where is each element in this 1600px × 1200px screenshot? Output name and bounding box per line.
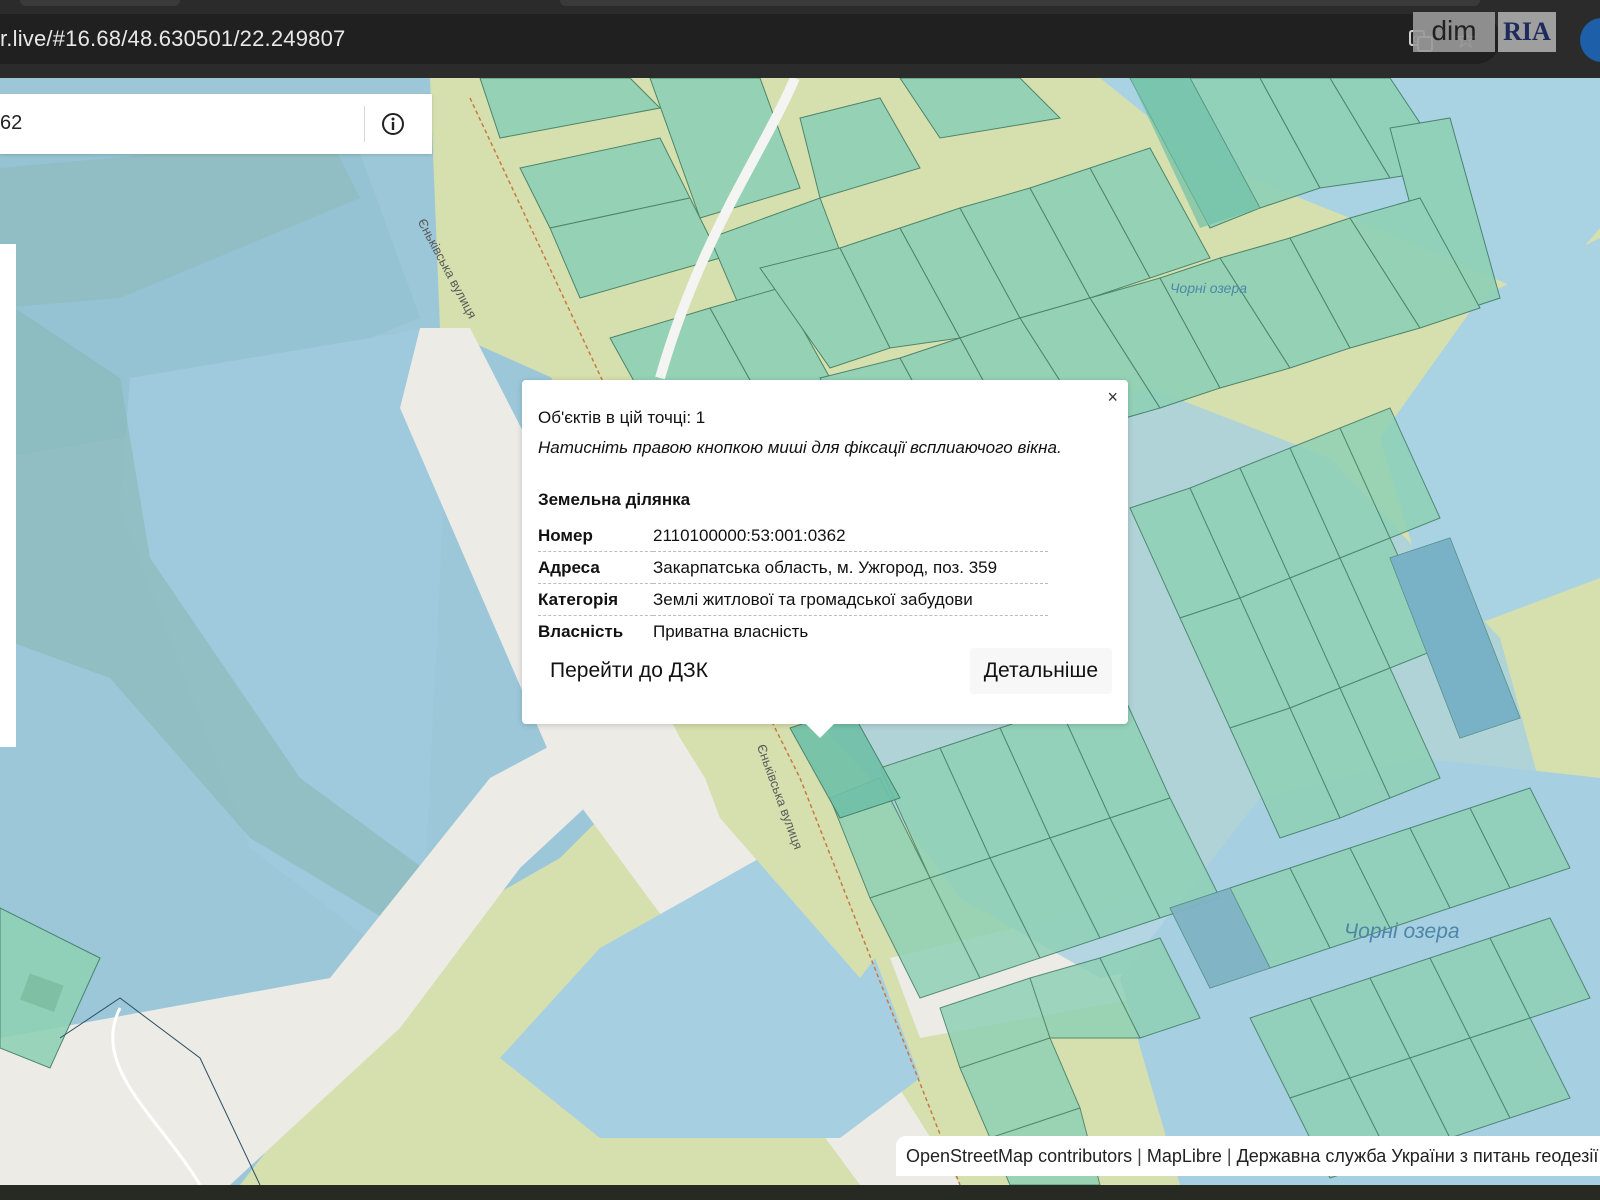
property-value: Землі житлової та громадської забудови [653, 583, 1048, 616]
search-divider [364, 106, 365, 142]
details-button[interactable]: Детальніше [969, 648, 1112, 694]
screen: r.live/#16.68/48.630501/22.249807 G ☆ di… [0, 0, 1600, 1200]
parcel-properties-table: Номер 2110100000:53:001:0362 Адреса Зака… [538, 520, 1048, 647]
tab-edge[interactable] [560, 0, 1480, 6]
lake-label-lower: Чорні озера [1344, 920, 1460, 943]
popup-hint: Натисніть правою кнопкою миші для фіксац… [538, 438, 1062, 457]
objects-count: Об'єктів в цій точці: 1 [538, 408, 706, 427]
property-value: 2110100000:53:001:0362 [653, 520, 1048, 552]
property-key: Власність [538, 621, 624, 641]
parcel-popup: × Об'єктів в цій точці: 1 Натисніть прав… [522, 380, 1128, 724]
map-canvas[interactable]: Чорні озера Чорні озера Єньківська вулиц… [0, 78, 1600, 1185]
osm-attribution-link[interactable]: OpenStreetMap contributors [906, 1146, 1132, 1166]
attribution-separator: | [1137, 1146, 1142, 1166]
profile-avatar[interactable] [1580, 18, 1600, 62]
url-text[interactable]: r.live/#16.68/48.630501/22.249807 [0, 26, 345, 52]
lake-label-upper: Чорні озера [1170, 280, 1248, 296]
property-value: Закарпатська область, м. Ужгород, поз. 3… [653, 551, 1048, 584]
table-row: Категорія Землі житлової та громадської … [538, 583, 1048, 616]
property-key: Адреса [538, 551, 653, 584]
close-icon[interactable]: × [1107, 388, 1118, 406]
maplibre-attribution-link[interactable]: MapLibre [1147, 1146, 1222, 1166]
table-row: Номер 2110100000:53:001:0362 [538, 520, 1048, 552]
info-icon[interactable] [380, 111, 406, 137]
attribution-separator: | [1226, 1146, 1232, 1166]
property-key: Номер [538, 520, 653, 552]
popup-tip [806, 724, 834, 738]
dim-logo: dim [1413, 12, 1495, 52]
table-row: Адреса Закарпатська область, м. Ужгород,… [538, 551, 1048, 584]
bottom-strip [0, 1185, 1600, 1200]
map-attribution: OpenStreetMap contributors | MapLibre | … [896, 1136, 1600, 1176]
search-panel: 62 [0, 94, 432, 154]
popup-section-title: Земельна ділянка [538, 490, 691, 509]
property-key: Категорія [538, 583, 653, 616]
browser-toolbar: r.live/#16.68/48.630501/22.249807 G ☆ di… [0, 0, 1600, 78]
table-row: Власність Приватна власність [538, 616, 1048, 648]
ria-logo: RIA [1498, 12, 1556, 52]
tab-edge[interactable] [20, 0, 180, 6]
go-to-dzk-button[interactable]: Перейти до ДЗК [536, 648, 722, 694]
agency-attribution-link[interactable]: Державна служба України з питань геодезі… [1237, 1146, 1600, 1166]
search-input[interactable]: 62 [0, 112, 22, 135]
side-panel [0, 244, 16, 747]
property-value: Приватна власність [653, 621, 809, 641]
